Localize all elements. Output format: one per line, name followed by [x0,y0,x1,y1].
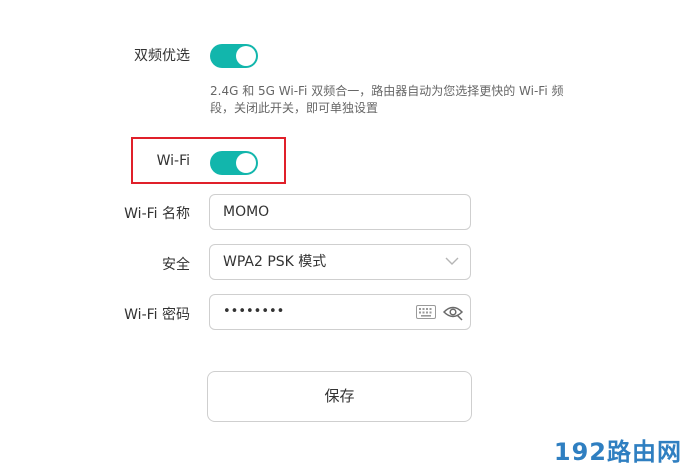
watermark: 192路由网 [553,438,682,466]
keyboard-icon[interactable] [416,305,436,319]
dual-band-toggle[interactable] [210,44,258,68]
dual-band-label: 双频优选 [134,48,190,64]
toggle-knob [236,153,256,173]
save-button[interactable]: 保存 [207,371,472,422]
wifi-name-value: MOMO [223,204,270,220]
toggle-knob [236,46,256,66]
wifi-toggle[interactable] [210,151,258,175]
wifi-label: Wi-Fi [156,153,190,169]
wifi-password-input[interactable]: •••••••• [209,294,471,330]
security-select[interactable]: WPA2 PSK 模式 [209,244,471,280]
wifi-password-value: •••••••• [223,304,285,319]
wifi-name-input[interactable]: MOMO [209,194,471,230]
chevron-down-icon [445,257,459,265]
security-value: WPA2 PSK 模式 [223,254,327,270]
wifi-name-label: Wi-Fi 名称 [124,206,190,222]
security-label: 安全 [162,257,190,273]
hide-password-eye-icon[interactable] [442,303,464,321]
dual-band-hint: 2.4G 和 5G Wi-Fi 双频合一，路由器自动为您选择更快的 Wi-Fi … [210,84,564,115]
wifi-password-label: Wi-Fi 密码 [124,307,190,323]
